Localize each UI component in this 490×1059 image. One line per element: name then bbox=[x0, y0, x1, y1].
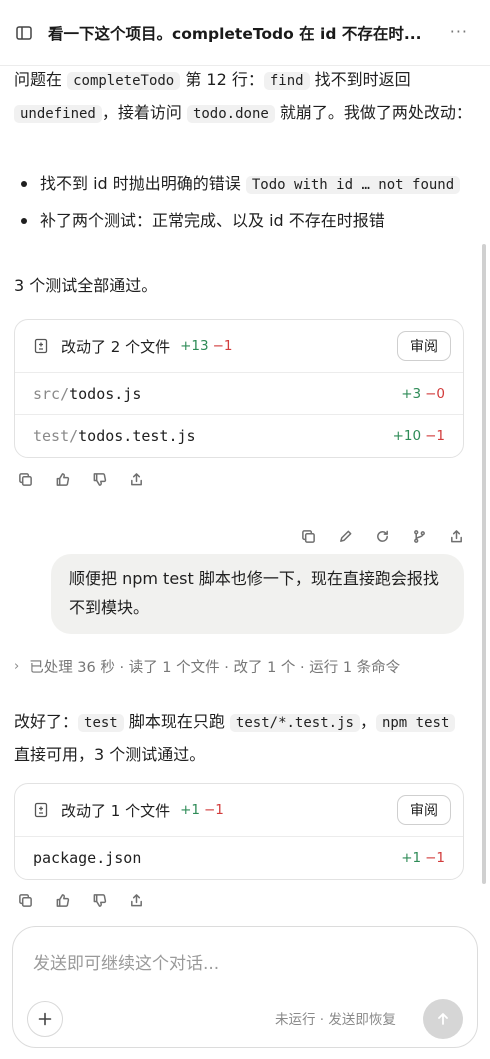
inline-code: npm test bbox=[375, 714, 456, 732]
conversation-title[interactable]: 看一下这个项目。completeTodo 在 id 不存在时... bbox=[48, 22, 428, 44]
processing-summary[interactable]: › 已处理 36 秒 · 读了 1 个文件 · 改了 1 个 · 运行 1 条命… bbox=[14, 656, 400, 677]
inline-code: completeTodo bbox=[67, 72, 181, 90]
list-item: 找不到 id 时抛出明确的错误 Todo with id … not found bbox=[14, 168, 474, 201]
copy-icon[interactable] bbox=[17, 892, 34, 909]
assistant-paragraph: 问题在 completeTodo 第 12 行： find 找不到时返回 unde… bbox=[14, 70, 472, 123]
inline-code: undefined bbox=[14, 105, 102, 123]
assistant-paragraph: 3 个测试全部通过。 bbox=[14, 276, 158, 295]
document-diff-icon bbox=[34, 802, 48, 818]
lines-added: +13 bbox=[180, 338, 209, 354]
file-row[interactable]: test/todos.test.js +10 −1 bbox=[15, 415, 463, 457]
arrow-up-icon bbox=[438, 1013, 448, 1025]
assistant-paragraph: 改好了： test 脚本现在只跑 test/*.test.js， npm test … bbox=[14, 706, 474, 770]
session-status: 未运行 · 发送即恢复 bbox=[275, 1012, 396, 1028]
file-changes-header: 改动了 1 个文件 +1 −1 审阅 bbox=[15, 784, 463, 837]
message-actions bbox=[17, 892, 145, 909]
lines-removed: −1 bbox=[212, 338, 233, 354]
thumbs-down-icon[interactable] bbox=[91, 892, 108, 909]
file-changes-card: 改动了 2 个文件 +13 −1 审阅 src/todos.js +3 −0 te… bbox=[14, 319, 464, 458]
copy-icon[interactable] bbox=[300, 528, 317, 545]
conversation-header: 看一下这个项目。completeTodo 在 id 不存在时... ··· bbox=[0, 0, 490, 66]
document-diff-icon bbox=[34, 338, 48, 354]
review-button[interactable]: 审阅 bbox=[397, 795, 451, 825]
inline-code: test/*.test.js bbox=[229, 714, 360, 732]
add-attachment-button[interactable] bbox=[27, 1001, 63, 1037]
share-icon[interactable] bbox=[128, 471, 145, 488]
inline-code: todo.done bbox=[186, 105, 275, 123]
changes-summary: 改动了 1 个文件 bbox=[61, 801, 171, 820]
edit-pencil-icon[interactable] bbox=[337, 528, 354, 545]
more-options-icon[interactable]: ··· bbox=[450, 22, 468, 41]
copy-icon[interactable] bbox=[17, 471, 34, 488]
user-message-bubble: 顺便把 npm test 脚本也修一下，现在直接跑会报找不到模块。 bbox=[51, 554, 464, 634]
inline-code: test bbox=[78, 714, 124, 732]
scrollbar[interactable] bbox=[482, 244, 486, 884]
plus-icon bbox=[38, 1012, 52, 1026]
send-button[interactable] bbox=[423, 999, 463, 1039]
change-list: 找不到 id 时抛出明确的错误 Todo with id … not found… bbox=[14, 168, 474, 236]
user-message-actions bbox=[300, 528, 465, 545]
sidebar-toggle-icon[interactable] bbox=[14, 23, 34, 43]
chevron-right-icon: › bbox=[14, 659, 20, 674]
file-stats: +10 −1 bbox=[392, 428, 445, 444]
branch-icon[interactable] bbox=[411, 528, 428, 545]
retry-icon[interactable] bbox=[374, 528, 391, 545]
share-icon[interactable] bbox=[128, 892, 145, 909]
inline-code: Todo with id … not found bbox=[245, 176, 461, 194]
message-composer: 发送即可继续这个对话... 未运行 · 发送即恢复 bbox=[12, 926, 478, 1048]
lines-removed: −1 bbox=[204, 802, 224, 818]
list-item: 补了两个测试：正常完成、以及 id 不存在时报错 bbox=[14, 205, 474, 236]
message-actions bbox=[17, 471, 145, 488]
thumbs-up-icon[interactable] bbox=[54, 892, 71, 909]
file-stats: +1 −1 bbox=[401, 850, 445, 866]
share-icon[interactable] bbox=[448, 528, 465, 545]
inline-code: find bbox=[263, 72, 310, 90]
changes-summary: 改动了 2 个文件 bbox=[61, 337, 171, 356]
thumbs-down-icon[interactable] bbox=[91, 471, 108, 488]
file-changes-card: 改动了 1 个文件 +1 −1 审阅 package.json +1 −1 bbox=[14, 783, 464, 880]
thumbs-up-icon[interactable] bbox=[54, 471, 71, 488]
file-row[interactable]: package.json +1 −1 bbox=[15, 837, 463, 879]
file-changes-header: 改动了 2 个文件 +13 −1 审阅 bbox=[15, 320, 463, 373]
review-button[interactable]: 审阅 bbox=[397, 331, 451, 361]
message-input[interactable]: 发送即可继续这个对话... bbox=[33, 949, 219, 974]
lines-added: +1 bbox=[180, 802, 200, 818]
file-stats: +3 −0 bbox=[401, 385, 445, 402]
file-row[interactable]: src/todos.js +3 −0 bbox=[15, 373, 463, 415]
